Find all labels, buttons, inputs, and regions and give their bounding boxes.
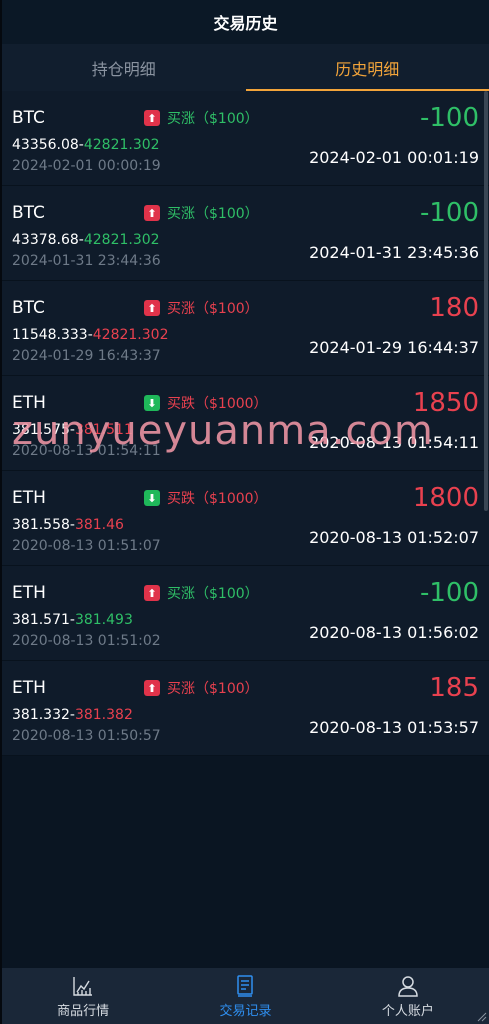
trade-direction-label: 买涨（$100） <box>167 301 259 317</box>
close-price: 42821.302 <box>83 232 160 248</box>
trade-profit: 180 <box>429 293 479 323</box>
open-price: 381.575- <box>12 422 75 438</box>
arrow-down-icon: ⬇ <box>144 490 160 506</box>
tab-bar: 持仓明细 历史明细 <box>2 44 489 91</box>
nav-records-label: 交易记录 <box>219 1003 272 1019</box>
close-time: 2024-02-01 00:01:19 <box>309 148 479 167</box>
user-icon <box>398 975 418 997</box>
trade-prices: 381.571-381.493 <box>12 612 133 628</box>
open-time: 2020-08-13 01:54:11 <box>12 443 161 459</box>
tab-positions[interactable]: 持仓明细 <box>2 44 246 91</box>
trade-direction-tag: ⬆ 买涨（$100） <box>144 583 259 603</box>
nav-records[interactable]: 交易记录 <box>164 968 326 1024</box>
trade-direction-tag: ⬆ 买涨（$100） <box>144 678 259 698</box>
nav-account[interactable]: 个人账户 <box>327 968 489 1024</box>
trade-prices: 43356.08-42821.302 <box>12 137 160 153</box>
close-price: 42821.302 <box>92 327 169 343</box>
trade-profit: 1850 <box>412 388 479 418</box>
nav-market[interactable]: 商品行情 <box>2 968 164 1024</box>
trade-row[interactable]: ETH ⬇ 买跌（$1000） 381.558-381.46 2020-08-13 01… <box>2 471 489 566</box>
trade-direction-label: 买涨（$100） <box>167 586 259 602</box>
bottom-navigation: 商品行情 交易记录 个人账户 <box>2 968 489 1024</box>
arrow-up-icon: ⬆ <box>144 680 160 696</box>
open-price: 43378.68- <box>12 232 84 248</box>
trade-prices: 381.575-381.511 <box>12 422 133 438</box>
trade-profit: 1800 <box>412 483 479 513</box>
nav-market-label: 商品行情 <box>57 1003 110 1019</box>
trade-row[interactable]: ETH ⬆ 买涨（$100） 381.332-381.382 2020-08-13 01… <box>2 661 489 756</box>
trade-profit: 185 <box>429 673 479 703</box>
resize-grip-icon[interactable] <box>477 1012 487 1022</box>
nav-account-label: 个人账户 <box>381 1003 434 1019</box>
tab-history[interactable]: 历史明细 <box>245 44 489 91</box>
open-time: 2024-01-29 16:43:37 <box>12 348 161 364</box>
trade-direction-label: 买涨（$100） <box>167 111 259 127</box>
close-time: 2020-08-13 01:52:07 <box>309 528 479 547</box>
trade-row[interactable]: ETH ⬇ 买跌（$1000） 381.575-381.511 2020-08-13 0… <box>2 376 489 471</box>
trade-prices: 381.558-381.46 <box>12 517 124 533</box>
open-price: 381.332- <box>12 707 75 723</box>
arrow-up-icon: ⬆ <box>144 300 160 316</box>
close-price: 381.382 <box>74 707 133 723</box>
trade-history-list: BTC ⬆ 买涨（$100） 43356.08-42821.302 2024-02-01… <box>2 91 489 756</box>
records-icon <box>237 974 254 997</box>
close-price: 42821.302 <box>83 137 160 153</box>
trade-profit: -100 <box>419 578 479 608</box>
close-price: 381.493 <box>74 612 133 628</box>
page-title: 交易历史 <box>213 14 278 33</box>
trade-direction-tag: ⬆ 买涨（$100） <box>144 108 259 128</box>
trade-row[interactable]: BTC ⬆ 买涨（$100） 43378.68-42821.302 2024-01-31… <box>2 186 489 281</box>
trade-symbol: BTC <box>12 203 45 223</box>
trade-prices: 11548.333-42821.302 <box>12 327 168 343</box>
arrow-up-icon: ⬆ <box>144 585 160 601</box>
trade-symbol: ETH <box>12 393 46 413</box>
close-time: 2024-01-29 16:44:37 <box>309 338 479 357</box>
trade-direction-tag: ⬇ 买跌（$1000） <box>144 488 268 508</box>
close-price: 381.46 <box>74 517 124 533</box>
close-time: 2024-01-31 23:45:36 <box>309 243 479 262</box>
open-time: 2020-08-13 01:51:02 <box>12 633 161 649</box>
trade-prices: 43378.68-42821.302 <box>12 232 160 248</box>
trade-row[interactable]: BTC ⬆ 买涨（$100） 43356.08-42821.302 2024-02-01… <box>2 91 489 186</box>
arrow-down-icon: ⬇ <box>144 395 160 411</box>
list-scrollbar[interactable] <box>484 91 488 511</box>
trade-profit: -100 <box>419 198 479 228</box>
close-time: 2020-08-13 01:54:11 <box>309 433 479 452</box>
close-time: 2020-08-13 01:56:02 <box>309 623 479 642</box>
open-time: 2024-02-01 00:00:19 <box>12 158 161 174</box>
chart-icon <box>73 976 93 996</box>
trade-profit: -100 <box>419 103 479 133</box>
open-time: 2020-08-13 01:51:07 <box>12 538 161 554</box>
arrow-up-icon: ⬆ <box>144 110 160 126</box>
trade-direction-tag: ⬆ 买涨（$100） <box>144 298 259 318</box>
trade-symbol: BTC <box>12 108 45 128</box>
close-time: 2020-08-13 01:53:57 <box>309 718 479 737</box>
open-price: 381.571- <box>12 612 75 628</box>
open-time: 2024-01-31 23:44:36 <box>12 253 161 269</box>
trade-row[interactable]: ETH ⬆ 买涨（$100） 381.571-381.493 2020-08-13 01… <box>2 566 489 661</box>
trade-direction-label: 买跌（$1000） <box>167 396 268 412</box>
trade-symbol: ETH <box>12 583 46 603</box>
close-price: 381.511 <box>74 422 133 438</box>
open-price: 381.558- <box>12 517 75 533</box>
trade-row[interactable]: BTC ⬆ 买涨（$100） 11548.333-42821.302 2024-01-2… <box>2 281 489 376</box>
trade-symbol: ETH <box>12 678 46 698</box>
tab-positions-label: 持仓明细 <box>91 59 156 79</box>
top-bar: 交易历史 <box>2 0 489 44</box>
trade-direction-label: 买涨（$100） <box>167 681 259 697</box>
open-time: 2020-08-13 01:50:57 <box>12 728 161 744</box>
arrow-up-icon: ⬆ <box>144 205 160 221</box>
open-price: 43356.08- <box>12 137 84 153</box>
trade-direction-label: 买跌（$1000） <box>167 491 268 507</box>
trade-symbol: BTC <box>12 298 45 318</box>
trade-direction-tag: ⬇ 买跌（$1000） <box>144 393 268 413</box>
trade-prices: 381.332-381.382 <box>12 707 133 723</box>
trade-symbol: ETH <box>12 488 46 508</box>
open-price: 11548.333- <box>12 327 93 343</box>
trade-direction-tag: ⬆ 买涨（$100） <box>144 203 259 223</box>
tab-history-label: 历史明细 <box>335 59 400 79</box>
trade-direction-label: 买涨（$100） <box>167 206 259 222</box>
